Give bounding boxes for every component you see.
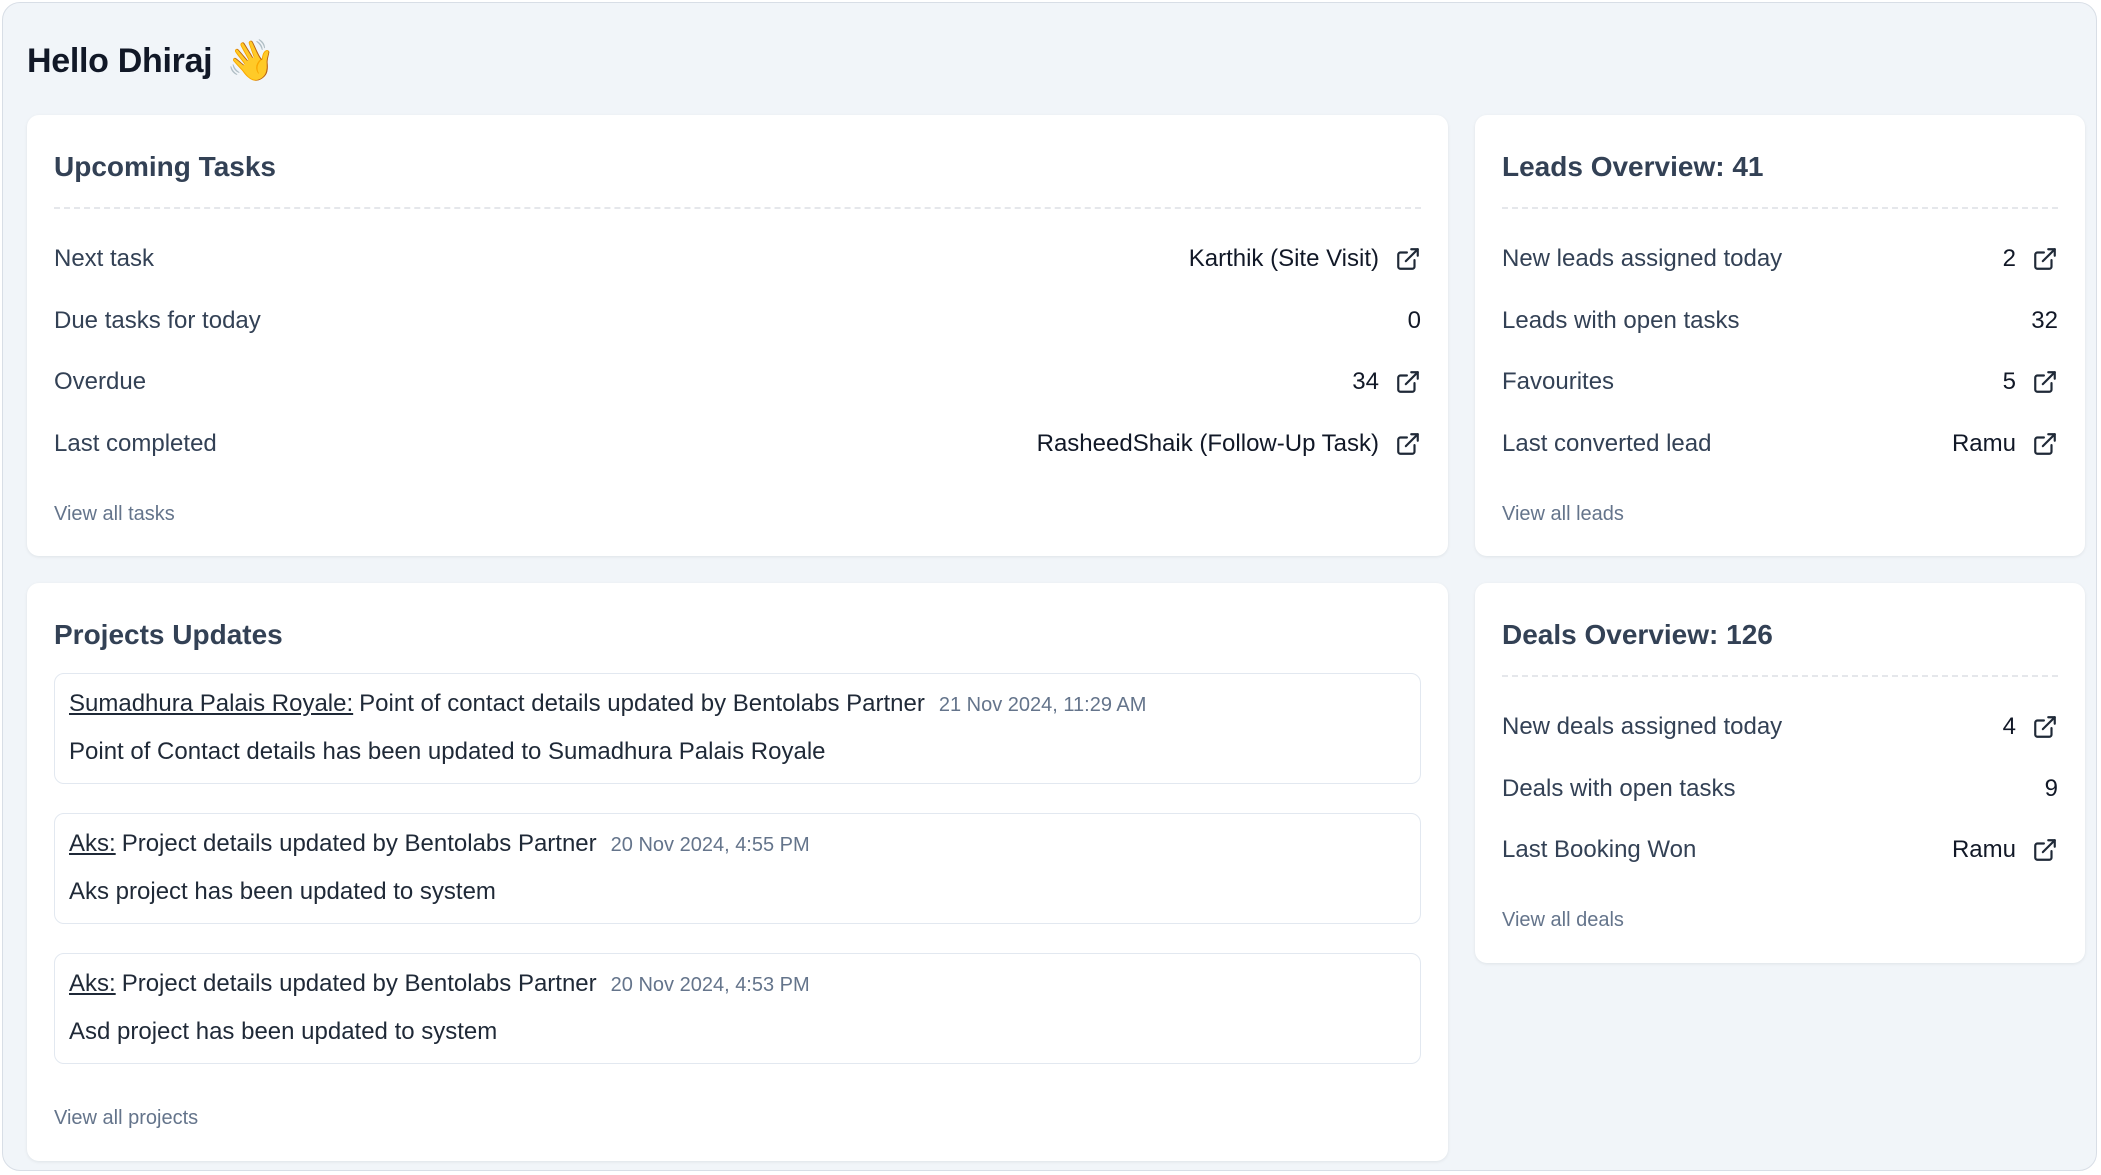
update-timestamp: 20 Nov 2024, 4:55 PM	[610, 834, 810, 856]
row-value: 9	[2044, 775, 2058, 802]
row-value-group: 0	[1408, 307, 1421, 335]
leads-overview-title: Leads Overview: 41	[1502, 151, 1764, 182]
update-detail: Point of Contact details has been update…	[69, 738, 826, 765]
project-link[interactable]: Aks:	[69, 970, 116, 998]
task-row-last-completed: Last completed RasheedShaik (Follow-Up T…	[54, 424, 1421, 464]
greeting-text: Hello Dhiraj	[27, 41, 213, 80]
row-value-group: RasheedShaik (Follow-Up Task)	[1037, 430, 1421, 458]
row-value: Ramu	[1951, 836, 2016, 863]
row-label: Due tasks for today	[54, 307, 261, 334]
view-all-projects-link[interactable]: View all projects	[54, 1107, 198, 1130]
upcoming-tasks-title: Upcoming Tasks	[54, 151, 276, 182]
deal-row-new-today: New deals assigned today 4	[1502, 707, 2058, 747]
update-detail: Aks project has been updated to system	[69, 878, 496, 905]
row-value: 34	[1352, 368, 1379, 395]
lead-row-new-today: New leads assigned today 2	[1502, 239, 2058, 279]
row-value-group: 4	[2003, 713, 2058, 741]
row-value: 32	[2031, 307, 2058, 334]
project-link[interactable]: Sumadhura Palais Royale:	[69, 690, 353, 718]
row-label: Deals with open tasks	[1502, 775, 1736, 802]
lead-row-last-converted: Last converted lead Ramu	[1502, 424, 2058, 464]
row-label: Overdue	[54, 368, 147, 395]
external-link-icon[interactable]	[2032, 714, 2058, 740]
row-label: Next task	[54, 245, 155, 272]
row-value-group: 34	[1352, 368, 1421, 396]
row-label: Last completed	[54, 430, 217, 457]
external-link-icon[interactable]	[2032, 369, 2058, 395]
greeting-heading: Hello Dhiraj 👋	[27, 41, 276, 81]
task-row-due-today: Due tasks for today 0	[54, 301, 1421, 341]
update-header: Aks: Project details updated by Bentolab…	[69, 830, 810, 858]
project-update-item: Sumadhura Palais Royale: Point of contac…	[54, 673, 1421, 784]
row-value-group: Karthik (Site Visit)	[1189, 245, 1421, 273]
dashboard-frame: Hello Dhiraj 👋 Upcoming Tasks Next task …	[2, 2, 2097, 1171]
update-header: Aks: Project details updated by Bentolab…	[69, 970, 810, 998]
deals-overview-title: Deals Overview: 126	[1502, 619, 1773, 650]
external-link-icon[interactable]	[1395, 369, 1421, 395]
row-value: 0	[1407, 307, 1421, 334]
row-value: Ramu	[1951, 430, 2016, 457]
row-label: Favourites	[1502, 368, 1615, 395]
row-value-group: Ramu	[1952, 836, 2058, 864]
view-all-tasks-link[interactable]: View all tasks	[54, 503, 175, 526]
waving-hand-emoji: 👋	[226, 39, 276, 83]
row-label: Leads with open tasks	[1502, 307, 1740, 334]
external-link-icon[interactable]	[2032, 837, 2058, 863]
row-label: Last Booking Won	[1502, 836, 1697, 863]
card-divider	[1502, 675, 2058, 677]
project-update-item: Aks: Project details updated by Bentolab…	[54, 813, 1421, 924]
external-link-icon[interactable]	[1395, 431, 1421, 457]
view-all-leads-link[interactable]: View all leads	[1502, 503, 1624, 526]
row-value-group: Ramu	[1952, 430, 2058, 458]
task-row-next-task: Next task Karthik (Site Visit)	[54, 239, 1421, 279]
external-link-icon[interactable]	[2032, 431, 2058, 457]
row-value-group: 9	[2045, 775, 2058, 803]
view-all-deals-link[interactable]: View all deals	[1502, 909, 1624, 932]
row-value: 2	[2002, 245, 2016, 272]
update-timestamp: 20 Nov 2024, 4:53 PM	[610, 974, 810, 996]
row-value-group: 2	[2003, 245, 2058, 273]
row-label: New leads assigned today	[1502, 245, 1783, 272]
external-link-icon[interactable]	[2032, 246, 2058, 272]
projects-updates-title: Projects Updates	[54, 619, 283, 650]
update-message: Project details updated by Bentolabs Par…	[121, 830, 597, 857]
external-link-icon[interactable]	[1395, 246, 1421, 272]
row-value: 5	[2002, 368, 2016, 395]
card-divider	[1502, 207, 2058, 209]
update-timestamp: 21 Nov 2024, 11:29 AM	[938, 694, 1147, 716]
card-divider	[54, 207, 1421, 209]
task-row-overdue: Overdue 34	[54, 362, 1421, 402]
row-label: New deals assigned today	[1502, 713, 1783, 740]
lead-row-favourites: Favourites 5	[1502, 362, 2058, 402]
update-detail: Asd project has been updated to system	[69, 1018, 498, 1045]
row-value: RasheedShaik (Follow-Up Task)	[1036, 430, 1379, 457]
leads-overview-card: Leads Overview: 41 New leads assigned to…	[1475, 115, 2085, 556]
project-link[interactable]: Aks:	[69, 830, 116, 858]
row-value-group: 5	[2003, 368, 2058, 396]
row-value: 4	[2002, 713, 2016, 740]
deal-row-last-booking-won: Last Booking Won Ramu	[1502, 830, 2058, 870]
update-header: Sumadhura Palais Royale: Point of contac…	[69, 690, 1146, 718]
update-message: Point of contact details updated by Bent…	[359, 690, 925, 717]
row-label: Last converted lead	[1502, 430, 1712, 457]
row-value: Karthik (Site Visit)	[1188, 245, 1379, 272]
update-message: Project details updated by Bentolabs Par…	[121, 970, 597, 997]
project-update-item: Aks: Project details updated by Bentolab…	[54, 953, 1421, 1064]
lead-row-open-tasks: Leads with open tasks 32	[1502, 301, 2058, 341]
deal-row-open-tasks: Deals with open tasks 9	[1502, 769, 2058, 809]
row-value-group: 32	[2031, 307, 2058, 335]
projects-updates-card: Projects Updates Sumadhura Palais Royale…	[27, 583, 1448, 1161]
upcoming-tasks-card: Upcoming Tasks Next task Karthik (Site V…	[27, 115, 1448, 556]
deals-overview-card: Deals Overview: 126 New deals assigned t…	[1475, 583, 2085, 963]
